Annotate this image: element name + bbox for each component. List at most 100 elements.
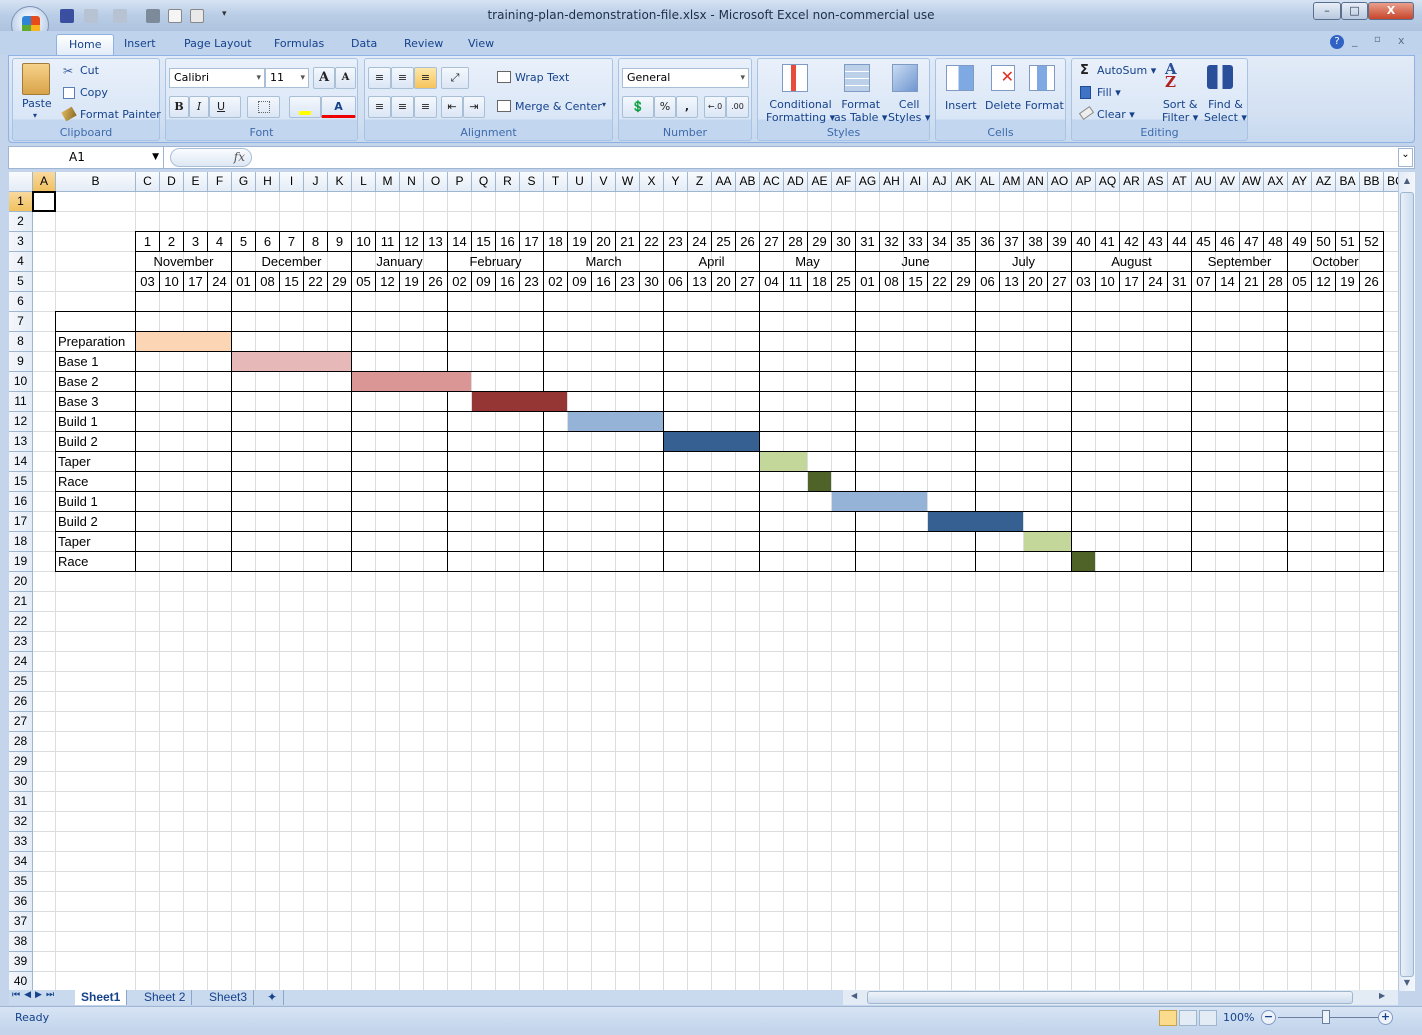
column-header-AX[interactable]: AX	[1264, 172, 1288, 192]
month-label[interactable]: July	[975, 252, 1072, 272]
row-header-2[interactable]: 2	[9, 212, 33, 232]
paste-icon[interactable]	[22, 63, 50, 95]
borders-button[interactable]	[247, 96, 280, 118]
close-button[interactable]: X	[1368, 2, 1414, 20]
week-date-cell[interactable]: 26	[423, 271, 448, 292]
column-header-Q[interactable]: Q	[472, 172, 496, 192]
phase-bar-base-1[interactable]	[232, 352, 351, 371]
column-header-AA[interactable]: AA	[712, 172, 736, 192]
accounting-format-button[interactable]: 💲	[622, 96, 654, 118]
wrap-text-button[interactable]: Wrap Text	[515, 71, 569, 84]
week-date-cell[interactable]: 20	[1023, 271, 1048, 292]
column-header-AN[interactable]: AN	[1024, 172, 1048, 192]
row-header-16[interactable]: 16	[9, 492, 33, 512]
week-date-cell[interactable]: 29	[327, 271, 352, 292]
week-number-cell[interactable]: 31	[855, 231, 880, 252]
week-number-cell[interactable]: 12	[399, 231, 424, 252]
week-date-cell[interactable]: 25	[831, 271, 856, 292]
week-date-cell[interactable]: 29	[951, 271, 976, 292]
week-number-cell[interactable]: 11	[375, 231, 400, 252]
column-header-AC[interactable]: AC	[760, 172, 784, 192]
scroll-down-icon[interactable]: ▼	[1401, 978, 1413, 990]
insert-function-button[interactable]: fx	[170, 148, 252, 167]
column-header-Y[interactable]: Y	[664, 172, 688, 192]
week-number-cell[interactable]: 51	[1335, 231, 1360, 252]
tab-data[interactable]: Data	[339, 34, 389, 55]
vertical-scrollbar[interactable]: ▲ ▼	[1398, 172, 1415, 991]
week-date-cell[interactable]: 19	[399, 271, 424, 292]
tab-view[interactable]: View	[456, 34, 506, 55]
column-header-I[interactable]: I	[280, 172, 304, 192]
week-date-cell[interactable]: 10	[159, 271, 184, 292]
week-number-cell[interactable]: 10	[351, 231, 376, 252]
fill-color-button[interactable]	[289, 96, 321, 118]
month-label[interactable]: April	[663, 252, 760, 272]
week-date-cell[interactable]: 31	[1167, 271, 1192, 292]
row-header-15[interactable]: 15	[9, 472, 33, 492]
zoom-out-icon[interactable]: −	[1261, 1010, 1276, 1025]
tab-insert[interactable]: Insert	[112, 34, 168, 55]
week-number-cell[interactable]: 6	[255, 231, 280, 252]
column-header-F[interactable]: F	[208, 172, 232, 192]
row-header-17[interactable]: 17	[9, 512, 33, 532]
select-all-corner[interactable]	[9, 172, 33, 192]
tab-formulas[interactable]: Formulas	[262, 34, 336, 55]
row-header-7[interactable]: 7	[9, 312, 33, 332]
week-number-cell[interactable]: 47	[1239, 231, 1264, 252]
workbook-restore-icon[interactable]: ▫	[1374, 34, 1381, 45]
sheet-tab-sheet2[interactable]: Sheet 2	[138, 990, 193, 1005]
scroll-right-icon[interactable]: ▶	[1379, 991, 1385, 1000]
column-header-AE[interactable]: AE	[808, 172, 832, 192]
row-header-13[interactable]: 13	[9, 432, 33, 452]
name-box-dropdown-icon[interactable]: ▼	[152, 147, 159, 167]
week-number-cell[interactable]: 21	[615, 231, 640, 252]
middle-align-button[interactable]: ≡	[391, 67, 414, 89]
column-header-O[interactable]: O	[424, 172, 448, 192]
phase-label[interactable]: Base 1	[58, 352, 136, 372]
phase-label[interactable]: Build 1	[58, 492, 136, 512]
row-header-34[interactable]: 34	[9, 852, 33, 872]
column-header-G[interactable]: G	[232, 172, 256, 192]
week-date-cell[interactable]: 26	[1359, 271, 1384, 292]
column-header-BC[interactable]: BC	[1384, 172, 1398, 192]
phase-label[interactable]: Build 2	[58, 512, 136, 532]
clear-button[interactable]: Clear ▾	[1097, 108, 1135, 121]
week-number-cell[interactable]: 20	[591, 231, 616, 252]
cut-button[interactable]: Cut	[80, 64, 99, 77]
month-label[interactable]: October	[1287, 252, 1384, 272]
week-number-cell[interactable]: 42	[1119, 231, 1144, 252]
column-header-AR[interactable]: AR	[1120, 172, 1144, 192]
phase-bar-race[interactable]	[1072, 552, 1095, 571]
week-number-cell[interactable]: 35	[951, 231, 976, 252]
row-header-31[interactable]: 31	[9, 792, 33, 812]
month-label[interactable]: December	[231, 252, 352, 272]
column-header-A[interactable]: A	[33, 172, 56, 192]
week-date-cell[interactable]: 01	[231, 271, 256, 292]
week-number-cell[interactable]: 37	[999, 231, 1024, 252]
phase-label[interactable]: Race	[58, 472, 136, 492]
week-number-cell[interactable]: 46	[1215, 231, 1240, 252]
row-header-8[interactable]: 8	[9, 332, 33, 352]
week-date-cell[interactable]: 05	[351, 271, 376, 292]
row-header-38[interactable]: 38	[9, 932, 33, 952]
expand-formula-bar-icon[interactable]: ⌄	[1398, 148, 1413, 167]
phase-label[interactable]: Taper	[58, 532, 136, 552]
week-number-cell[interactable]: 32	[879, 231, 904, 252]
week-date-cell[interactable]: 17	[1119, 271, 1144, 292]
column-header-C[interactable]: C	[136, 172, 160, 192]
row-header-23[interactable]: 23	[9, 632, 33, 652]
italic-button[interactable]: I	[189, 96, 209, 118]
phase-label[interactable]: Build 2	[58, 432, 136, 452]
row-header-32[interactable]: 32	[9, 812, 33, 832]
week-date-cell[interactable]: 06	[663, 271, 688, 292]
column-header-AI[interactable]: AI	[904, 172, 928, 192]
week-date-cell[interactable]: 08	[879, 271, 904, 292]
week-number-cell[interactable]: 40	[1071, 231, 1096, 252]
sheet-tab-sheet1[interactable]: Sheet1	[75, 990, 128, 1005]
week-number-cell[interactable]: 48	[1263, 231, 1288, 252]
week-date-cell[interactable]: 12	[375, 271, 400, 292]
week-date-cell[interactable]: 24	[207, 271, 232, 292]
copy-button[interactable]: Copy	[80, 86, 108, 99]
phase-label[interactable]: Race	[58, 552, 136, 572]
column-header-AQ[interactable]: AQ	[1096, 172, 1120, 192]
